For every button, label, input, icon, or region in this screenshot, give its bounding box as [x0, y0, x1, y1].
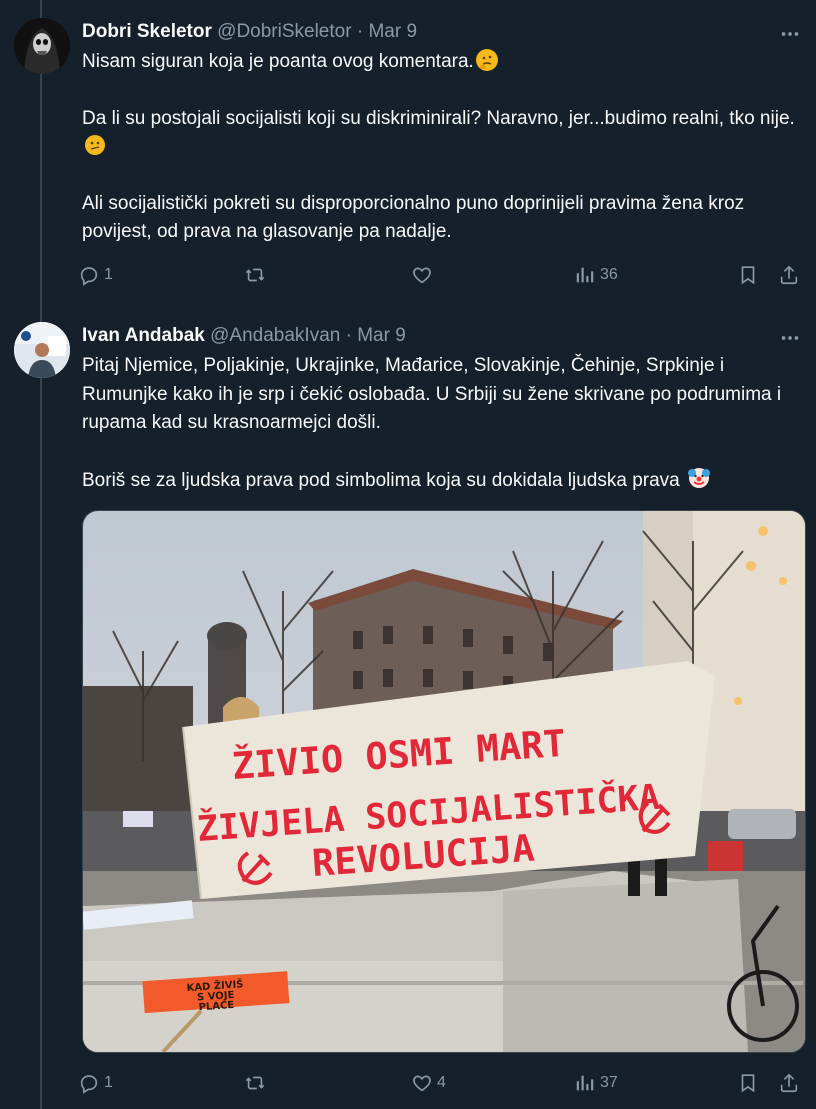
confused-face-icon: [84, 134, 106, 156]
tweet-photo[interactable]: ŽIVIO OSMI MART ŽIVJELA SOCIJALISTIČKA R…: [82, 510, 806, 1053]
user-handle[interactable]: @DobriSkeletor: [217, 21, 351, 42]
reply-button[interactable]: 1: [78, 1068, 113, 1098]
more-icon[interactable]: [778, 22, 802, 46]
views-count: 37: [600, 1074, 618, 1091]
bookmark-icon: [741, 266, 755, 285]
reply-count: 1: [104, 266, 113, 283]
views-button[interactable]: 36: [574, 260, 618, 290]
views-count: 36: [600, 266, 618, 283]
share-button[interactable]: [778, 260, 800, 290]
bookmark-icon: [741, 1074, 755, 1093]
share-icon: [780, 265, 798, 285]
share-button[interactable]: [778, 1068, 800, 1098]
tweet-header: Ivan Andabak @AndabakIvan · Mar 9: [82, 324, 406, 348]
views-button[interactable]: 37: [574, 1068, 618, 1098]
tweet-text: Nisam siguran koja je poanta ovog koment…: [82, 48, 802, 247]
tweet-actions: 1 36: [78, 260, 808, 290]
tweet-date[interactable]: Mar 9: [357, 325, 406, 346]
tweet-header: Dobri Skeletor @DobriSkeletor · Mar 9: [82, 20, 417, 44]
like-icon: [413, 267, 431, 284]
paragraph: Da li su postojali socijalisti koji su d…: [82, 105, 802, 162]
reply-count: 1: [104, 1074, 113, 1091]
separator-dot: ·: [356, 21, 364, 42]
reply-icon: [80, 1075, 98, 1094]
paragraph: Ali socijalistički pokreti su disproporc…: [82, 192, 745, 243]
like-button[interactable]: 4: [411, 1068, 446, 1098]
clown-face-icon: [687, 466, 711, 488]
retweet-button[interactable]: [244, 1068, 266, 1098]
tweet-actions: 1 4 37: [78, 1068, 808, 1098]
user-handle[interactable]: @AndabakIvan: [210, 325, 340, 346]
bookmark-button[interactable]: [737, 260, 759, 290]
share-icon: [780, 1073, 798, 1093]
retweet-icon: [245, 268, 265, 282]
paragraph: Nisam siguran koja je poanta ovog koment…: [82, 48, 802, 77]
separator-dot: ·: [345, 325, 352, 346]
views-icon: [576, 267, 594, 283]
views-icon: [576, 1075, 594, 1091]
thinking-face-icon: [475, 49, 498, 71]
retweet-icon: [245, 1076, 265, 1090]
display-name[interactable]: Dobri Skeletor: [82, 21, 212, 42]
like-count: 4: [437, 1074, 446, 1091]
more-icon[interactable]: [778, 326, 802, 350]
like-icon: [413, 1075, 431, 1092]
paragraph: Pitaj Njemice, Poljakinje, Ukrajinke, Ma…: [82, 355, 782, 433]
display-name[interactable]: Ivan Andabak: [82, 325, 205, 346]
bookmark-button[interactable]: [737, 1068, 759, 1098]
retweet-button[interactable]: [244, 260, 266, 290]
tweet-dobri-skeletor[interactable]: Dobri Skeletor @DobriSkeletor · Mar 9 Ni…: [0, 0, 816, 310]
avatar[interactable]: [14, 322, 70, 378]
like-button[interactable]: [411, 260, 433, 290]
protest-banner-photo: ŽIVIO OSMI MART ŽIVJELA SOCIJALISTIČKA R…: [83, 511, 805, 1052]
reply-button[interactable]: 1: [78, 260, 113, 290]
paragraph: Boriš se za ljudska prava pod simbolima …: [82, 466, 802, 496]
tweet-text: Pitaj Njemice, Poljakinje, Ukrajinke, Ma…: [82, 352, 802, 495]
avatar[interactable]: [14, 18, 70, 74]
reply-icon: [80, 267, 98, 286]
tweet-date[interactable]: Mar 9: [368, 21, 417, 42]
